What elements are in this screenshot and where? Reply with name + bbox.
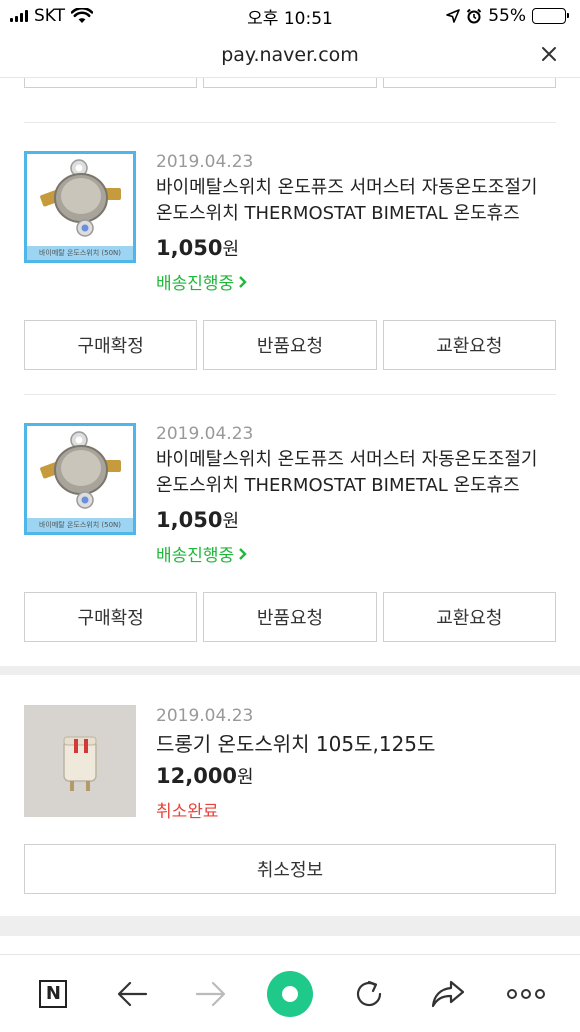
forward-arrow-icon[interactable] (188, 971, 234, 1017)
signal-icon (10, 10, 28, 22)
order-list[interactable]: 바이메탈 온도스위치 (50N) 2019.04.23 바이메탈스위치 온도퓨즈… (0, 78, 580, 954)
previous-return-button[interactable] (203, 78, 377, 88)
status-label: 취소완료 (156, 802, 219, 822)
confirm-purchase-button[interactable]: 구매확정 (24, 320, 198, 370)
bimetal-switch-image (40, 159, 121, 237)
battery-icon (532, 8, 569, 24)
previous-exchange-button[interactable] (382, 78, 556, 88)
alarm-icon (466, 8, 482, 24)
return-request-button[interactable]: 반품요청 (203, 320, 377, 370)
order-info: 2019.04.23 드롱기 온도스위치 105도,125도 12,000원 취… (156, 705, 556, 822)
currency-label: 원 (222, 239, 239, 260)
back-arrow-icon[interactable] (109, 971, 155, 1017)
share-icon[interactable] (425, 971, 471, 1017)
browser-toolbar: N (0, 954, 580, 1032)
reload-icon[interactable] (346, 971, 392, 1017)
confirm-purchase-button[interactable]: 구매확정 (24, 592, 198, 642)
order-item[interactable]: 바이메탈 온도스위치 (50N) 2019.04.23 바이메탈스위치 온도퓨즈… (24, 394, 556, 566)
product-price: 1,050원 (156, 235, 556, 261)
product-price: 12,000원 (156, 763, 556, 789)
chevron-right-icon (239, 275, 247, 288)
naver-logo: N (39, 979, 68, 1008)
shipping-status-link[interactable]: 배송진행중 (156, 269, 556, 294)
naver-home-icon[interactable]: N (30, 971, 76, 1017)
previous-confirm-button[interactable] (24, 78, 198, 88)
order-date: 2019.04.23 (156, 424, 254, 444)
price-value: 12,000 (156, 764, 238, 788)
price-value: 1,050 (156, 508, 223, 532)
thumbnail-caption: 바이메탈 온도스위치 (50N) (27, 246, 133, 260)
green-dot-icon[interactable] (266, 970, 313, 1017)
cancel-info-button[interactable]: 취소정보 (24, 844, 556, 894)
section-divider (0, 916, 580, 936)
system-indicators: 55% (446, 6, 569, 26)
price-value: 1,050 (156, 236, 223, 260)
order-date: 2019.04.23 (156, 152, 254, 172)
return-request-button[interactable]: 반품요청 (203, 592, 377, 642)
product-title[interactable]: 드롱기 온도스위치 105도,125도 (156, 729, 556, 759)
order-item[interactable]: 바이메탈 온도스위치 (50N) 2019.04.23 바이메탈스위치 온도퓨즈… (24, 122, 556, 294)
product-thumbnail[interactable]: 바이메탈 온도스위치 (50N) (24, 151, 136, 263)
previous-order-actions (0, 78, 580, 88)
currency-label: 원 (237, 767, 254, 788)
carrier-label: SKT (34, 6, 66, 26)
status-label: 배송진행중 (156, 546, 235, 566)
url-bar: pay.naver.com (0, 32, 580, 78)
battery-percent: 55% (488, 6, 526, 26)
order-info: 2019.04.23 바이메탈스위치 온도퓨즈 서머스터 자동온도조절기 온도스… (156, 151, 556, 294)
order-actions: 구매확정 반품요청 교환요청 (0, 320, 580, 394)
carrier-info: SKT (10, 6, 94, 26)
url-text: pay.naver.com (221, 43, 359, 66)
order-item[interactable]: 2019.04.23 드롱기 온도스위치 105도,125도 12,000원 취… (24, 675, 556, 822)
order-date: 2019.04.23 (156, 706, 254, 726)
product-title[interactable]: 바이메탈스위치 온도퓨즈 서머스터 자동온도조절기 온도스위치 THERMOST… (156, 447, 556, 499)
thermostat-switch-image (63, 736, 97, 791)
status-bar: SKT 오후 10:51 55% (0, 0, 580, 32)
order-info: 2019.04.23 바이메탈스위치 온도퓨즈 서머스터 자동온도조절기 온도스… (156, 423, 556, 566)
bimetal-switch-image (40, 431, 121, 509)
status-label: 배송진행중 (156, 274, 235, 294)
more-icon[interactable] (503, 971, 549, 1017)
exchange-request-button[interactable]: 교환요청 (382, 592, 556, 642)
section-divider (0, 666, 580, 675)
currency-label: 원 (222, 511, 239, 532)
cancel-status: 취소완료 (156, 797, 556, 822)
product-title[interactable]: 바이메탈스위치 온도퓨즈 서머스터 자동온도조절기 온도스위치 THERMOST… (156, 175, 556, 227)
green-dot-button[interactable] (266, 970, 313, 1017)
exchange-request-button[interactable]: 교환요청 (382, 320, 556, 370)
shipping-status-link[interactable]: 배송진행중 (156, 541, 556, 566)
product-thumbnail[interactable]: 바이메탈 온도스위치 (50N) (24, 423, 136, 535)
product-thumbnail[interactable] (24, 705, 136, 817)
thumbnail-caption: 바이메탈 온도스위치 (50N) (27, 518, 133, 532)
close-icon[interactable] (538, 43, 560, 65)
location-icon (446, 9, 461, 23)
chevron-right-icon (239, 547, 247, 560)
product-price: 1,050원 (156, 507, 556, 533)
order-actions: 구매확정 반품요청 교환요청 (0, 592, 580, 666)
wifi-icon (71, 8, 94, 23)
